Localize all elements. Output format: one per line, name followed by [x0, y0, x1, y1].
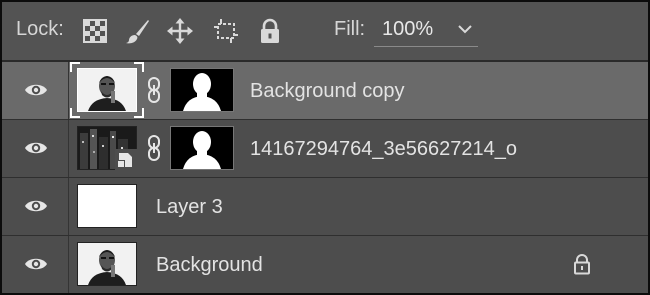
layer-row-background-copy[interactable]: Background copy [2, 62, 648, 120]
portrait-thumbnail [78, 69, 136, 111]
layer-name[interactable]: Background [156, 254, 263, 277]
silhouette-mask [171, 127, 233, 169]
layer-name[interactable]: 14167294764_3e56627214_o [250, 138, 517, 161]
link-chain-icon[interactable] [146, 134, 162, 162]
fill-opacity-dropdown[interactable]: 100% [374, 14, 478, 47]
brush-icon [126, 20, 149, 44]
layer-name[interactable]: Background copy [250, 80, 405, 103]
layer-name[interactable]: Layer 3 [156, 196, 223, 219]
layer-row-background[interactable]: Background [2, 236, 648, 293]
fill-value[interactable]: 100% [382, 18, 433, 41]
layer-row-smart-object[interactable]: 14167294764_3e56627214_o [2, 120, 648, 178]
link-chain-icon[interactable] [146, 76, 162, 104]
eye-icon [25, 142, 47, 154]
lock-icon [574, 254, 590, 275]
portrait-thumbnail [78, 243, 136, 285]
lock-artboard-button[interactable] [213, 18, 239, 44]
chevron-down-icon[interactable] [456, 20, 474, 38]
visibility-toggle[interactable] [2, 236, 69, 293]
layer-row-layer-3[interactable]: Layer 3 [2, 178, 648, 236]
visibility-toggle[interactable] [2, 120, 69, 177]
move-icon [167, 18, 193, 44]
lock-all-button[interactable] [257, 18, 283, 44]
lock-toolbar: Lock: Fill: 100% [2, 2, 648, 62]
checkerboard-icon [83, 19, 107, 43]
artboard-icon [214, 19, 238, 43]
layer-thumbnail-portrait[interactable] [77, 242, 137, 286]
layer-mask-thumbnail[interactable] [170, 126, 234, 170]
layer-list: Background copy 14167294764_3e56627214_o… [2, 62, 648, 293]
eye-icon [25, 200, 47, 212]
lock-icon [261, 18, 279, 43]
lock-transparent-pixels-button[interactable] [82, 18, 108, 44]
eye-icon [25, 258, 47, 270]
layer-thumbnail-blank[interactable] [77, 184, 137, 228]
smart-object-icon [115, 149, 137, 170]
lock-label: Lock: [16, 18, 64, 40]
silhouette-mask [171, 69, 233, 111]
layer-mask-thumbnail[interactable] [170, 68, 234, 112]
eye-icon [25, 84, 47, 96]
lock-image-pixels-button[interactable] [124, 18, 150, 44]
lock-position-button[interactable] [167, 18, 193, 44]
layer-thumbnail-portrait[interactable] [77, 68, 137, 112]
visibility-toggle[interactable] [2, 62, 69, 119]
fill-label: Fill: [334, 18, 366, 40]
visibility-toggle[interactable] [2, 178, 69, 235]
layers-panel: Lock: Fill: 100% Background copy 1416729… [0, 0, 650, 295]
